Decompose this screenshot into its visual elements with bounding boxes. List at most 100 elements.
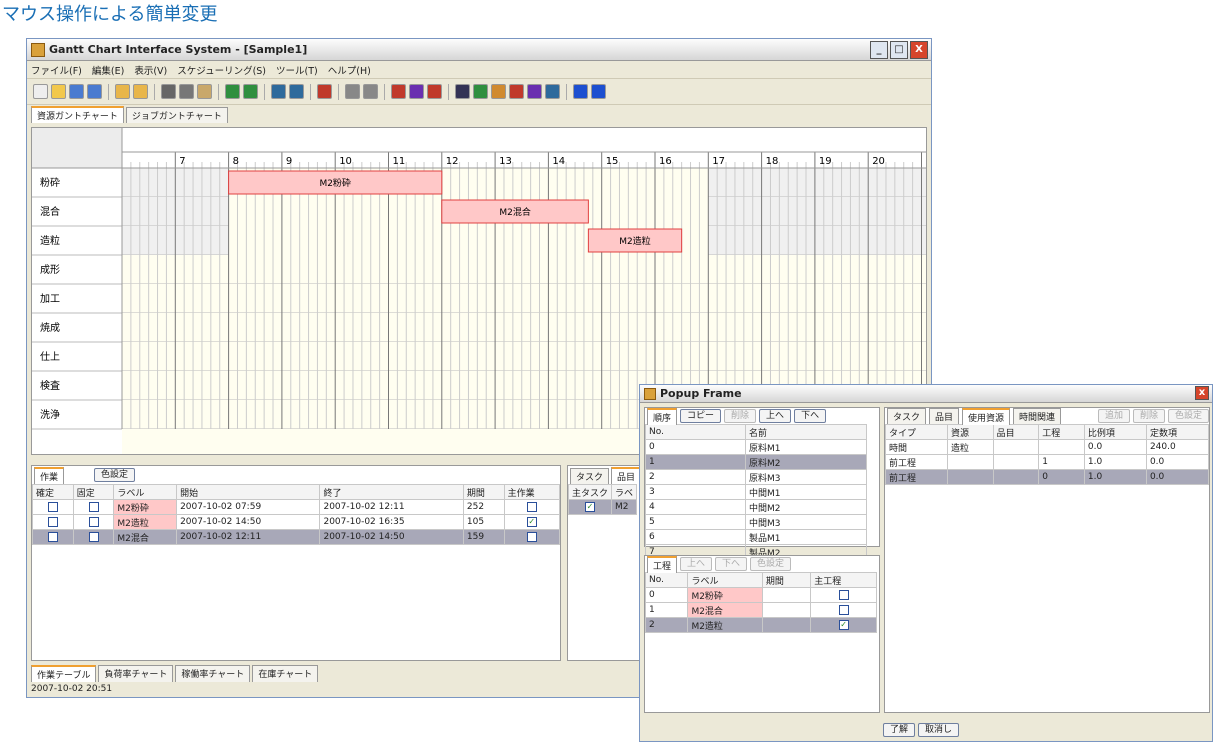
tab-item[interactable]: 品目	[611, 467, 642, 484]
right-color-button[interactable]: 色設定	[1167, 409, 1209, 423]
zoom-in-icon[interactable]	[345, 84, 360, 99]
copy-icon[interactable]	[179, 84, 194, 99]
remove-button[interactable]: 削除	[1132, 409, 1165, 423]
main-work-checkbox[interactable]	[526, 501, 537, 512]
toolbar-separator	[264, 83, 265, 100]
print-icon[interactable]	[87, 84, 102, 99]
ok-button[interactable]: 了解	[883, 723, 916, 737]
close-button[interactable]: X	[910, 41, 928, 59]
popup-titlebar[interactable]: Popup Frame x	[640, 385, 1212, 403]
menu-file[interactable]: ファイル(F)	[31, 63, 82, 77]
gantt-icon[interactable]	[317, 84, 332, 99]
confirm-checkbox[interactable]	[47, 516, 58, 527]
book-icon[interactable]	[455, 84, 470, 99]
table-row[interactable]: 2 原料M3	[645, 469, 867, 485]
delete-button[interactable]: 削除	[724, 409, 757, 423]
menu-tools[interactable]: ツール(T)	[276, 63, 318, 77]
table-row[interactable]: 0 M2粉砕	[644, 587, 877, 603]
confirm-checkbox[interactable]	[47, 531, 58, 542]
fixed-checkbox[interactable]	[88, 531, 99, 542]
tab-load-chart[interactable]: 負荷率チャート	[98, 665, 174, 682]
cancel-button[interactable]: 取消し	[918, 723, 960, 737]
table-row[interactable]: 1 M2混合	[644, 602, 877, 618]
tab-job-gantt[interactable]: ジョブガントチャート	[125, 107, 228, 123]
undo-icon[interactable]	[115, 84, 130, 99]
table-row[interactable]: 4 中間M2	[645, 499, 867, 515]
zoom-out-icon[interactable]	[363, 84, 378, 99]
table-row[interactable]: M2粉砕 2007-10-02 07:59 2007-10-02 12:11 252	[32, 499, 561, 515]
main-work-checkbox[interactable]	[526, 531, 537, 542]
redo-icon[interactable]	[133, 84, 148, 99]
cut-icon[interactable]	[161, 84, 176, 99]
paste-icon[interactable]	[197, 84, 212, 99]
menu-help[interactable]: ヘルプ(H)	[328, 63, 371, 77]
view-resource-icon[interactable]	[391, 84, 406, 99]
assign3-icon[interactable]	[509, 84, 524, 99]
maximize-button[interactable]: □	[890, 41, 908, 59]
view-job-icon[interactable]	[409, 84, 424, 99]
view-load-icon[interactable]	[427, 84, 442, 99]
tab-work[interactable]: 作業	[34, 466, 65, 484]
tab-process[interactable]: 工程	[647, 555, 678, 573]
table-row[interactable]: 6 製品M1	[645, 529, 867, 545]
color-icon[interactable]	[527, 84, 542, 99]
minimize-button[interactable]: _	[870, 41, 888, 59]
popup-close-button[interactable]: x	[1195, 386, 1209, 400]
tab-popup-task[interactable]: タスク	[887, 408, 927, 424]
main-process-checkbox[interactable]	[838, 604, 849, 615]
tab-order[interactable]: 順序	[647, 407, 678, 425]
main-process-checkbox[interactable]: ✓	[838, 619, 849, 630]
forward-icon[interactable]	[591, 84, 606, 99]
fixed-checkbox[interactable]	[88, 516, 99, 527]
table-row[interactable]: 前工程 0 1.0 0.0	[884, 469, 1210, 485]
add-button[interactable]: 追加	[1097, 409, 1130, 423]
menu-edit[interactable]: 編集(E)	[92, 63, 124, 77]
export-icon[interactable]	[225, 84, 240, 99]
table-row[interactable]: 0 原料M1	[645, 439, 867, 455]
table-row[interactable]: 時間 造粒 0.0 240.0	[884, 439, 1210, 455]
assign2-icon[interactable]	[491, 84, 506, 99]
order-no: 2	[645, 469, 746, 485]
move-down-button[interactable]: 下へ	[794, 409, 827, 423]
confirm-checkbox[interactable]	[47, 501, 58, 512]
table-row[interactable]: 前工程 1 1.0 0.0	[884, 454, 1210, 470]
process-color-button[interactable]: 色設定	[750, 557, 792, 571]
tab-utilization-chart[interactable]: 稼働率チャート	[175, 665, 251, 682]
table-row[interactable]: M2造粒 2007-10-02 14:50 2007-10-02 16:35 105 ✓	[32, 514, 561, 530]
table-row[interactable]: 3 中間M1	[645, 484, 867, 500]
assign-icon[interactable]	[473, 84, 488, 99]
tab-used-resources[interactable]: 使用資源	[962, 407, 1011, 425]
table-row[interactable]: 2 M2造粒 ✓	[644, 617, 877, 633]
table-row[interactable]: 1 原料M2	[645, 454, 867, 470]
main-task-checkbox[interactable]: ✓	[585, 501, 595, 512]
process-no: 1	[644, 602, 689, 618]
table-row[interactable]: ✓ M2	[568, 499, 638, 515]
menu-view[interactable]: 表示(V)	[134, 63, 167, 77]
main-process-checkbox[interactable]	[838, 589, 849, 600]
tab-popup-item[interactable]: 品目	[929, 408, 960, 424]
main-work-checkbox[interactable]: ✓	[526, 516, 537, 527]
tab-time-related[interactable]: 時間関連	[1013, 408, 1062, 424]
table-row[interactable]: 5 中間M3	[645, 514, 867, 530]
move-up-button[interactable]: 上へ	[759, 409, 792, 423]
process-up-button[interactable]: 上へ	[680, 557, 713, 571]
fixed-checkbox[interactable]	[88, 501, 99, 512]
save-icon[interactable]	[69, 84, 84, 99]
tab-work-table[interactable]: 作業テーブル	[31, 665, 97, 682]
open-icon[interactable]	[51, 84, 66, 99]
tab-inventory-chart[interactable]: 在庫チャート	[252, 665, 319, 682]
new-icon[interactable]	[33, 84, 48, 99]
table-row[interactable]: M2混合 2007-10-02 12:11 2007-10-02 14:50 159	[32, 529, 561, 545]
process-down-button[interactable]: 下へ	[715, 557, 748, 571]
color-setting-button[interactable]: 色設定	[94, 468, 136, 482]
menu-scheduling[interactable]: スケジューリング(S)	[177, 63, 266, 77]
main-titlebar[interactable]: Gantt Chart Interface System - [Sample1]…	[27, 39, 931, 61]
schedule-icon[interactable]	[271, 84, 286, 99]
tab-resource-gantt[interactable]: 資源ガントチャート	[31, 106, 124, 123]
copy-button[interactable]: コピー	[680, 409, 722, 423]
chart-icon[interactable]	[545, 84, 560, 99]
reschedule-icon[interactable]	[289, 84, 304, 99]
play-icon[interactable]	[573, 84, 588, 99]
tab-task[interactable]: タスク	[570, 468, 610, 484]
import-icon[interactable]	[243, 84, 258, 99]
